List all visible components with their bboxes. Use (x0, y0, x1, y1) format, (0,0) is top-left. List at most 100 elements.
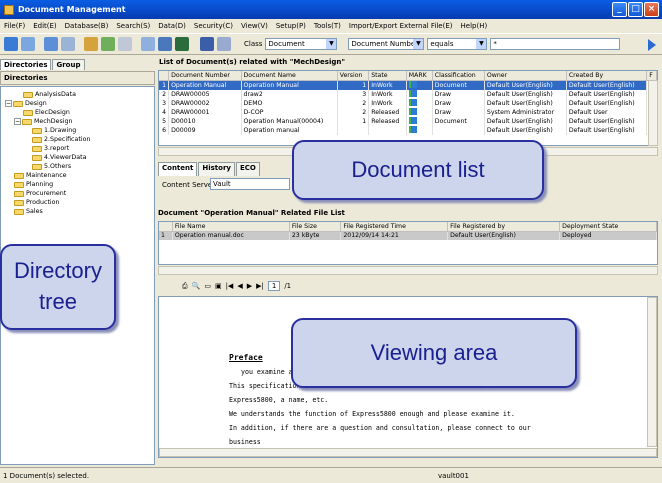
menu-item[interactable]: View(V) (241, 22, 268, 30)
document-grid-vscrollbar[interactable] (648, 80, 658, 146)
single-page-icon[interactable]: ▭ (204, 282, 211, 290)
tab-directories[interactable]: Directories (0, 59, 52, 70)
operator-select[interactable]: equals ▼ (427, 38, 488, 50)
tree-node[interactable]: − MechDesign (5, 117, 154, 126)
tree-node[interactable]: Sales (5, 207, 154, 216)
copy-icon[interactable] (84, 37, 98, 51)
table-row[interactable]: 6 D00009 Operation manual Default User(Engl… (159, 125, 657, 135)
menu-item[interactable]: Setup(P) (276, 22, 306, 30)
tree-node-label: Planning (26, 181, 54, 188)
column-header[interactable]: State (368, 71, 407, 81)
collapse-icon[interactable]: − (14, 118, 21, 125)
file-grid[interactable]: File Name File Size File Registered Time Fi… (158, 221, 658, 265)
tree-node[interactable]: Production (5, 198, 154, 207)
menu-item[interactable]: Edit(E) (33, 22, 56, 30)
tile-icon[interactable] (217, 37, 231, 51)
layout-icon[interactable] (200, 37, 214, 51)
column-header[interactable]: Deployment State (559, 222, 657, 232)
column-header[interactable]: Owner (484, 71, 567, 81)
table-row[interactable]: 4 DRAW00001 D-COP 2 Released Draw System Admin… (159, 107, 657, 117)
column-header[interactable] (159, 71, 170, 81)
menu-item[interactable]: Tools(T) (314, 22, 341, 30)
column-header[interactable]: File Registered Time (340, 222, 449, 232)
folder-icon (14, 172, 24, 179)
menu-item[interactable]: Import/Export External File(E) (349, 22, 453, 30)
table-row[interactable]: 2 DRAW00005 draw2 3 InWork Draw Default User(E… (159, 89, 657, 99)
checkin-icon[interactable] (44, 37, 58, 51)
tree-node[interactable]: ElecDesign (5, 108, 154, 117)
column-header[interactable] (159, 222, 173, 232)
column-header[interactable]: File Size (289, 222, 342, 232)
table-row[interactable]: 1 Operation Manual Operation Manual 1 InWork… (159, 80, 657, 90)
tree-node[interactable]: 4.ViewerData (5, 153, 154, 162)
tab-content[interactable]: Content (158, 162, 198, 176)
compare-icon[interactable] (158, 37, 172, 51)
column-header[interactable]: F (646, 71, 657, 81)
tab-group[interactable]: Group (52, 59, 85, 70)
tab-history[interactable]: History (198, 162, 235, 176)
print-icon[interactable]: ⎙ (182, 282, 188, 291)
first-page-icon[interactable]: |◀ (226, 282, 234, 290)
table-row[interactable]: 3 DRAW00002 DEMO 2 InWork Draw Default User(En… (159, 98, 657, 108)
tree-node-label: 3.report (44, 145, 70, 152)
properties-icon[interactable] (118, 37, 132, 51)
tab-eco[interactable]: ECO (235, 162, 260, 176)
viewer-vscrollbar[interactable] (647, 297, 657, 447)
folder-icon (14, 208, 24, 215)
tree-header: Directories (0, 71, 155, 85)
menu-item[interactable]: File(F) (4, 22, 25, 30)
viewer-hscrollbar[interactable] (159, 448, 657, 457)
column-header[interactable]: Version (337, 71, 370, 81)
menu-item[interactable]: Database(B) (65, 22, 109, 30)
class-select[interactable]: Document ▼ (265, 38, 338, 50)
table-cell: Operation Manual (241, 80, 338, 90)
title-bar[interactable]: Document Management _ □ × (0, 0, 662, 19)
tree-node[interactable]: Maintenance (5, 171, 154, 180)
minimize-button[interactable]: _ (612, 2, 627, 17)
column-header[interactable]: File Registered by (447, 222, 561, 232)
column-header[interactable]: Document Number (168, 71, 242, 81)
menu-item[interactable]: Search(S) (116, 22, 150, 30)
table-row[interactable]: 5 D00010 Operation Manual(00004) 1 Released D… (159, 116, 657, 126)
search-run-icon[interactable] (648, 39, 656, 51)
collapse-icon[interactable]: − (5, 100, 12, 107)
tree-node[interactable]: 2.Specification (5, 135, 154, 144)
new-document-icon[interactable] (4, 37, 18, 51)
close-button[interactable]: × (644, 2, 659, 17)
view-icon[interactable] (141, 37, 155, 51)
menu-item[interactable]: Data(D) (158, 22, 186, 30)
tree-node[interactable]: 1.Drawing (5, 126, 154, 135)
search-input[interactable]: * (490, 38, 621, 50)
column-header[interactable]: Document Name (241, 71, 338, 81)
menu-item[interactable]: Help(H) (461, 22, 488, 30)
zoom-icon[interactable]: 🔍 (192, 282, 201, 290)
field-select[interactable]: Document Number ▼ (348, 38, 425, 50)
column-header[interactable]: Classification (432, 71, 485, 81)
grid-icon[interactable] (175, 37, 189, 51)
table-cell: Draw (432, 107, 485, 117)
document-grid[interactable]: Document Number Document Name Version State… (158, 70, 658, 146)
table-row[interactable]: 1 Operation manual.doc 23 kByte 2012/09/14 … (159, 231, 657, 240)
checkout-icon[interactable] (61, 37, 75, 51)
tree-node[interactable]: Procurement (5, 189, 154, 198)
tree-node[interactable]: Planning (5, 180, 154, 189)
tree-node[interactable]: − Design (5, 99, 154, 108)
open-document-icon[interactable] (21, 37, 35, 51)
last-page-icon[interactable]: ▶| (256, 282, 264, 290)
tree-node[interactable]: 5.Others (5, 162, 154, 171)
tree-node[interactable]: 3.report (5, 144, 154, 153)
prev-page-icon[interactable]: ◀ (237, 282, 242, 290)
next-page-icon[interactable]: ▶ (247, 282, 252, 290)
page-input[interactable]: 1 (267, 281, 281, 291)
table-cell: Default User(English) (566, 125, 648, 135)
maximize-button[interactable]: □ (628, 2, 643, 17)
column-header[interactable]: MARK (406, 71, 433, 81)
menu-item[interactable]: Security(C) (194, 22, 233, 30)
file-grid-scrollbar[interactable] (158, 266, 658, 275)
column-header[interactable]: Created By (566, 71, 648, 81)
multi-page-icon[interactable]: ▣ (215, 282, 222, 290)
column-header[interactable]: File Name (172, 222, 290, 232)
tree-node[interactable]: AnalysisData (5, 90, 154, 99)
content-server-field[interactable]: Vault (210, 178, 290, 190)
refresh-icon[interactable] (101, 37, 115, 51)
